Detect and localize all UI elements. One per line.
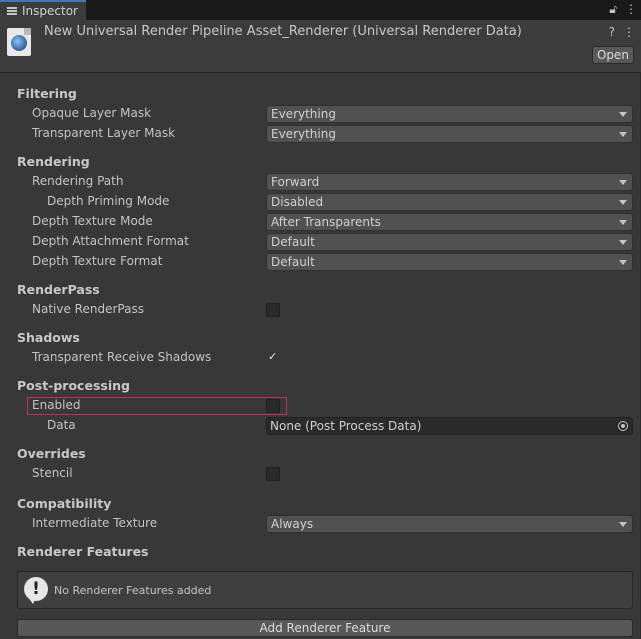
native-renderpass-checkbox[interactable] [266, 303, 280, 317]
chevron-down-icon [619, 260, 627, 265]
chevron-down-icon [619, 240, 627, 245]
tab-inspector[interactable]: Inspector [0, 0, 86, 20]
depth-attachment-format-label: Depth Attachment Format [32, 234, 189, 248]
open-button[interactable]: Open [592, 46, 634, 64]
help-icon[interactable]: ? [609, 25, 615, 39]
depth-texture-format-label: Depth Texture Format [32, 254, 163, 268]
dropdown-value: Always [271, 517, 314, 531]
object-field-value: None (Post Process Data) [270, 419, 422, 433]
chevron-down-icon [619, 132, 627, 137]
section-filtering: Filtering [17, 86, 77, 101]
rendering-path-label: Rendering Path [32, 174, 124, 188]
post-processing-enabled-checkbox[interactable] [266, 399, 280, 413]
section-overrides: Overrides [17, 446, 86, 461]
depth-attachment-format-dropdown[interactable]: Default [266, 233, 633, 251]
transparent-layer-mask-dropdown[interactable]: Everything [266, 125, 633, 143]
section-shadows: Shadows [17, 330, 80, 345]
dropdown-value: Disabled [271, 195, 324, 209]
inspector-header: New Universal Render Pipeline Asset_Rend… [0, 20, 641, 73]
dropdown-value: Everything [271, 107, 336, 121]
stencil-label: Stencil [32, 466, 73, 480]
depth-texture-mode-dropdown[interactable]: After Transparents [266, 213, 633, 231]
info-icon: ! [24, 577, 48, 601]
checkmark-icon: ✓ [268, 350, 278, 363]
chevron-down-icon [619, 220, 627, 225]
depth-priming-mode-label: Depth Priming Mode [47, 194, 170, 208]
help-message: No Renderer Features added [54, 584, 212, 597]
more-icon[interactable]: ⋮ [625, 2, 637, 17]
transparent-layer-mask-label: Transparent Layer Mask [32, 126, 176, 140]
dropdown-value: Default [271, 235, 315, 249]
transparent-receive-shadows-label: Transparent Receive Shadows [32, 350, 212, 364]
asset-title: New Universal Render Pipeline Asset_Rend… [44, 24, 522, 39]
chevron-down-icon [619, 112, 627, 117]
native-renderpass-label: Native RenderPass [32, 302, 144, 316]
section-rendering: Rendering [17, 154, 90, 169]
dropdown-value: Default [271, 255, 315, 269]
chevron-down-icon [619, 522, 627, 527]
depth-texture-format-dropdown[interactable]: Default [266, 253, 633, 271]
opaque-layer-mask-dropdown[interactable]: Everything [266, 105, 633, 123]
section-renderpass: RenderPass [17, 282, 100, 297]
more-icon[interactable]: ⋮ [623, 25, 635, 39]
dropdown-value: Forward [271, 175, 320, 189]
depth-priming-mode-dropdown[interactable]: Disabled [266, 193, 633, 211]
renderer-asset-icon [7, 28, 31, 56]
post-processing-enabled-label: Enabled [32, 398, 81, 412]
post-processing-data-label: Data [47, 418, 76, 432]
tab-label: Inspector [22, 4, 78, 18]
intermediate-texture-label: Intermediate Texture [32, 516, 158, 530]
inspector-icon [6, 5, 18, 17]
intermediate-texture-dropdown[interactable]: Always [266, 515, 633, 533]
add-renderer-feature-button[interactable]: Add Renderer Feature [17, 619, 633, 637]
depth-texture-mode-label: Depth Texture Mode [32, 214, 153, 228]
tab-bar: Inspector 🔓︎ ⋮ [0, 0, 641, 20]
object-picker-icon[interactable] [614, 418, 632, 434]
transparent-receive-shadows-checkbox[interactable]: ✓ [266, 350, 280, 365]
dropdown-value: After Transparents [271, 215, 381, 229]
stencil-checkbox[interactable] [266, 467, 280, 481]
chevron-down-icon [619, 180, 627, 185]
post-process-data-field[interactable]: None (Post Process Data) [266, 417, 633, 435]
chevron-down-icon [619, 200, 627, 205]
section-post-processing: Post-processing [17, 378, 130, 393]
lock-icon[interactable]: 🔓︎ [609, 2, 617, 17]
section-renderer-features: Renderer Features [17, 544, 149, 559]
opaque-layer-mask-label: Opaque Layer Mask [32, 106, 152, 120]
dropdown-value: Everything [271, 127, 336, 141]
rendering-path-dropdown[interactable]: Forward [266, 173, 633, 191]
no-features-helpbox: ! No Renderer Features added [17, 571, 633, 609]
section-compatibility: Compatibility [17, 496, 112, 511]
